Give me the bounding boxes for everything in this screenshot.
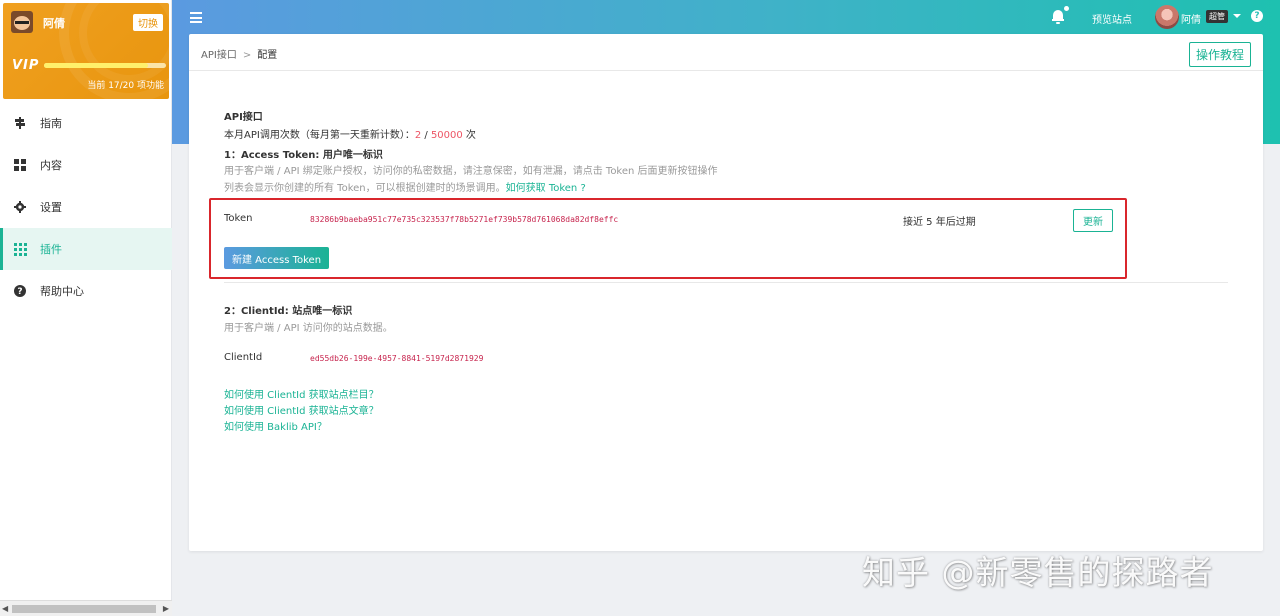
scrollbar-thumb[interactable] [12, 605, 156, 613]
sidebar-item-help-center[interactable]: ? 帮助中心 [0, 270, 172, 312]
quota-text: 当前 17/20 项功能 [87, 81, 164, 91]
api-usage-suffix: 次 [462, 130, 476, 141]
api-usage-sep: / [421, 130, 431, 141]
breadcrumb: API接口 > 配置 [201, 46, 277, 61]
help-icon[interactable]: ? [1251, 10, 1263, 22]
sidebar-item-content[interactable]: 内容 [0, 144, 172, 186]
road-sign-icon [14, 117, 26, 129]
role-badge: 超管 [1206, 10, 1228, 23]
section-divider [224, 282, 1228, 283]
gear-icon [14, 201, 26, 213]
quota-progress-fill [44, 63, 148, 68]
question-icon: ? [14, 285, 26, 297]
access-token-desc-2: 列表会显示你创建的所有 Token，可以根据创建时的场景调用。如何获取 Toke… [224, 179, 586, 194]
sidebar-item-settings[interactable]: 设置 [0, 186, 172, 228]
token-value: 83286b9baeba951c77e735c323537f78b5271ef7… [310, 215, 619, 224]
help-link-articles[interactable]: 如何使用 ClientId 获取站点文章？ [224, 402, 379, 417]
notification-bell-icon[interactable] [1052, 6, 1069, 25]
panel-header: API接口 > 配置 操作教程 [189, 34, 1263, 71]
switch-button[interactable]: 切换 [133, 14, 163, 31]
user-card: 阿倩 切换 VIP 当前 17/20 项功能 [3, 3, 169, 99]
scroll-left-icon[interactable]: ◀ [2, 604, 8, 613]
breadcrumb-item-config: 配置 [257, 50, 278, 61]
horizontal-scrollbar[interactable]: ◀ ▶ [0, 600, 172, 616]
top-user-name[interactable]: 阿倩 [1181, 11, 1201, 26]
token-highlight-box: Token 83286b9baeba951c77e735c323537f78b5… [209, 198, 1127, 279]
grid-icon [14, 159, 26, 171]
sidebar-item-label: 插件 [40, 243, 62, 256]
new-access-token-button[interactable]: 新建 Access Token [224, 247, 330, 269]
sidebar-item-label: 指南 [40, 117, 62, 130]
menu-icon[interactable] [190, 12, 202, 23]
preview-site-link[interactable]: 预览站点 [1092, 11, 1132, 26]
how-to-get-token-link[interactable]: 如何获取 Token ? [506, 183, 586, 194]
scroll-right-icon[interactable]: ▶ [163, 604, 169, 613]
sidebar-item-label: 设置 [40, 201, 62, 214]
client-id-title: 2：ClientId: 站点唯一标识 [224, 306, 353, 317]
api-usage-line: 本月API调用次数（每月第一天重新计数）：2 / 50000 次 [224, 126, 476, 141]
sidebar: 阿倩 切换 VIP 当前 17/20 项功能 指南 内容 设置 插件 ? 帮助中… [0, 0, 172, 616]
breadcrumb-item-api[interactable]: API接口 [201, 50, 237, 61]
sidebar-nav: 指南 内容 设置 插件 ? 帮助中心 [0, 102, 172, 312]
svg-text:?: ? [17, 287, 22, 297]
api-section-title: API接口 [224, 112, 263, 123]
quota-progress-bar [44, 63, 166, 68]
tutorial-button[interactable]: 操作教程 [1188, 42, 1251, 67]
user-name: 阿倩 [43, 17, 65, 30]
top-header: 预览站点 阿倩 超管 ? [172, 0, 1280, 36]
vip-icon: VIP [12, 58, 40, 73]
client-id-value: ed55db26-199e-4957-8841-5197d2871929 [310, 354, 484, 363]
renew-token-button[interactable]: 更新 [1073, 209, 1113, 232]
breadcrumb-separator: > [242, 50, 252, 61]
avatar[interactable] [1155, 5, 1179, 29]
help-link-api[interactable]: 如何使用 Baklib API？ [224, 418, 327, 433]
help-link-columns[interactable]: 如何使用 ClientId 获取站点栏目？ [224, 386, 379, 401]
avatar[interactable] [11, 11, 33, 33]
sidebar-item-guide[interactable]: 指南 [0, 102, 172, 144]
watermark: 知乎 @新零售的探路者 [862, 553, 1214, 592]
apps-icon [13, 242, 27, 256]
sidebar-item-plugins[interactable]: 插件 [0, 228, 172, 270]
access-token-desc-text: 列表会显示你创建的所有 Token，可以根据创建时的场景调用。 [224, 183, 506, 194]
client-id-desc: 用于客户端 / API 访问你的站点数据。 [224, 323, 393, 334]
access-token-desc: 用于客户端 / API 绑定账户授权，访问你的私密数据，请注意保密，如有泄漏，请… [224, 166, 718, 177]
chevron-down-icon[interactable] [1233, 14, 1241, 18]
main-panel: API接口 > 配置 操作教程 API接口 本月API调用次数（每月第一天重新计数）… [189, 34, 1263, 551]
api-usage-prefix: 本月API调用次数（每月第一天重新计数）： [224, 130, 415, 141]
sidebar-item-label: 内容 [40, 159, 62, 172]
token-label: Token [224, 213, 253, 224]
access-token-title: 1：Access Token: 用户唯一标识 [224, 150, 383, 161]
client-id-label: ClientId [224, 352, 263, 363]
token-expiry: 接近 5 年后过期 [903, 217, 976, 228]
api-usage-limit: 50000 [430, 130, 463, 141]
sidebar-item-label: 帮助中心 [40, 285, 84, 298]
